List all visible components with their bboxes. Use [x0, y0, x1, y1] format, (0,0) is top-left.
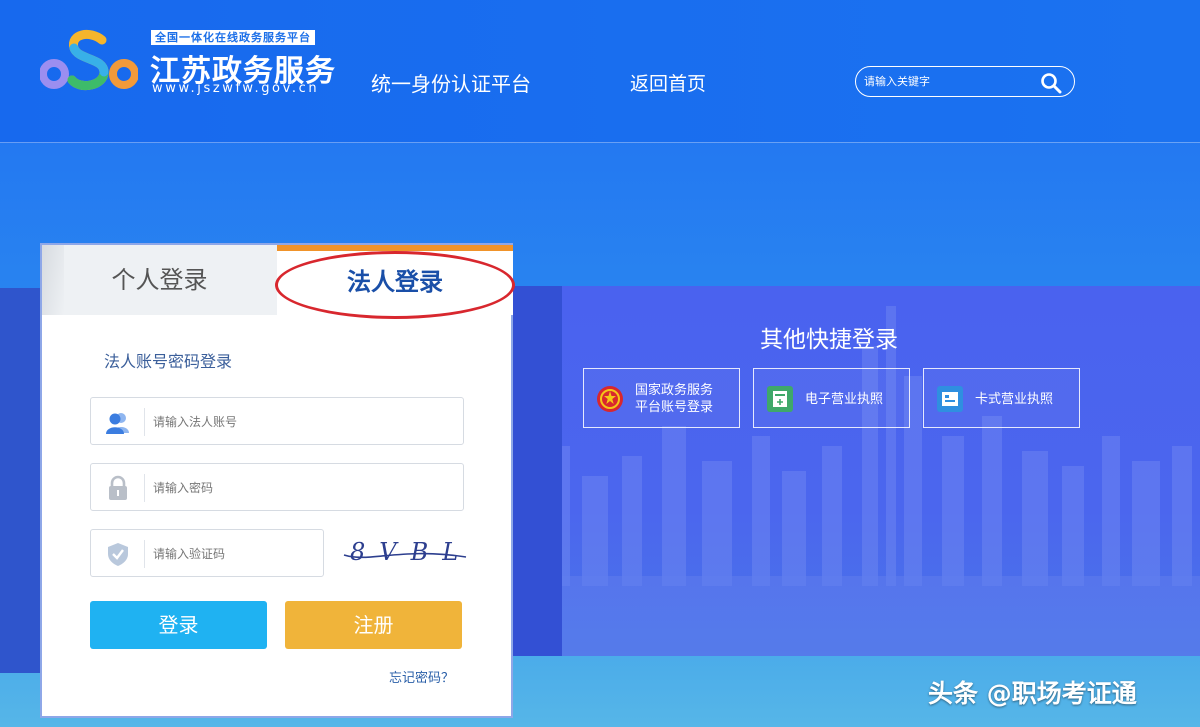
e-license-icon: [767, 386, 793, 412]
forgot-password-link[interactable]: 忘记密码？: [389, 667, 454, 686]
account-input[interactable]: [153, 410, 443, 434]
tab-personal-label: 个人登录: [111, 266, 208, 294]
captcha-field: [90, 529, 324, 577]
password-input[interactable]: [153, 476, 443, 500]
tab-personal-login[interactable]: 个人登录: [42, 245, 277, 315]
platform-title: 统一身份认证平台: [371, 72, 531, 96]
captcha-text: 8VBL: [350, 538, 470, 566]
search-input[interactable]: [864, 70, 1034, 93]
quick-login-card-license[interactable]: 卡式营业执照: [923, 368, 1080, 428]
logo-tagline: 全国一体化在线政务服务平台: [151, 30, 315, 45]
tab-legal-label: 法人登录: [347, 268, 443, 296]
quick-login-national-line1: 国家政务服务: [635, 383, 714, 398]
decorative-band-left: [0, 288, 42, 673]
jiangsu-logo-icon[interactable]: [40, 28, 138, 100]
watermark-text: 头条 @职场考证通: [928, 679, 1137, 708]
form-subtitle: 法人账号密码登录: [104, 352, 233, 371]
national-emblem-icon: [597, 386, 623, 412]
card-license-icon: [937, 386, 963, 412]
account-field: [90, 397, 464, 445]
top-header: 全国一体化在线政务服务平台 江苏政务服务 www.jszwfw.gov.cn 统…: [0, 0, 1200, 143]
tab-legal-login[interactable]: 法人登录: [277, 245, 513, 315]
quick-login-e-license-label: 电子营业执照: [805, 391, 884, 407]
field-separator: [144, 540, 145, 568]
lock-icon: [109, 475, 127, 500]
login-card: 个人登录 法人登录 法人账号密码登录 8VBL: [40, 243, 515, 718]
quick-login-national-line2: 平台账号登录: [635, 400, 714, 415]
return-home-link[interactable]: 返回首页: [630, 69, 706, 96]
quick-login-card-license-label: 卡式营业执照: [975, 391, 1054, 407]
search-icon[interactable]: [1040, 72, 1062, 94]
captcha-image[interactable]: 8VBL: [340, 533, 470, 573]
decorative-band-right-edge: [512, 286, 562, 656]
logo-url: www.jszwfw.gov.cn: [152, 81, 320, 96]
tab-shade: [42, 245, 64, 315]
shield-check-icon: [108, 543, 128, 566]
field-separator: [144, 408, 145, 436]
search-box: [855, 66, 1075, 97]
quick-login-national-label: 国家政务服务 平台账号登录: [635, 369, 713, 429]
login-button[interactable]: 登录: [90, 601, 267, 649]
password-field: [90, 463, 464, 511]
quick-login-title: 其他快捷登录: [760, 327, 898, 353]
quick-login-national-platform[interactable]: 国家政务服务 平台账号登录: [583, 368, 740, 428]
user-icon: [106, 413, 129, 434]
field-separator: [144, 474, 145, 502]
register-button[interactable]: 注册: [285, 601, 462, 649]
captcha-input[interactable]: [153, 542, 313, 566]
quick-login-e-license[interactable]: 电子营业执照: [753, 368, 910, 428]
